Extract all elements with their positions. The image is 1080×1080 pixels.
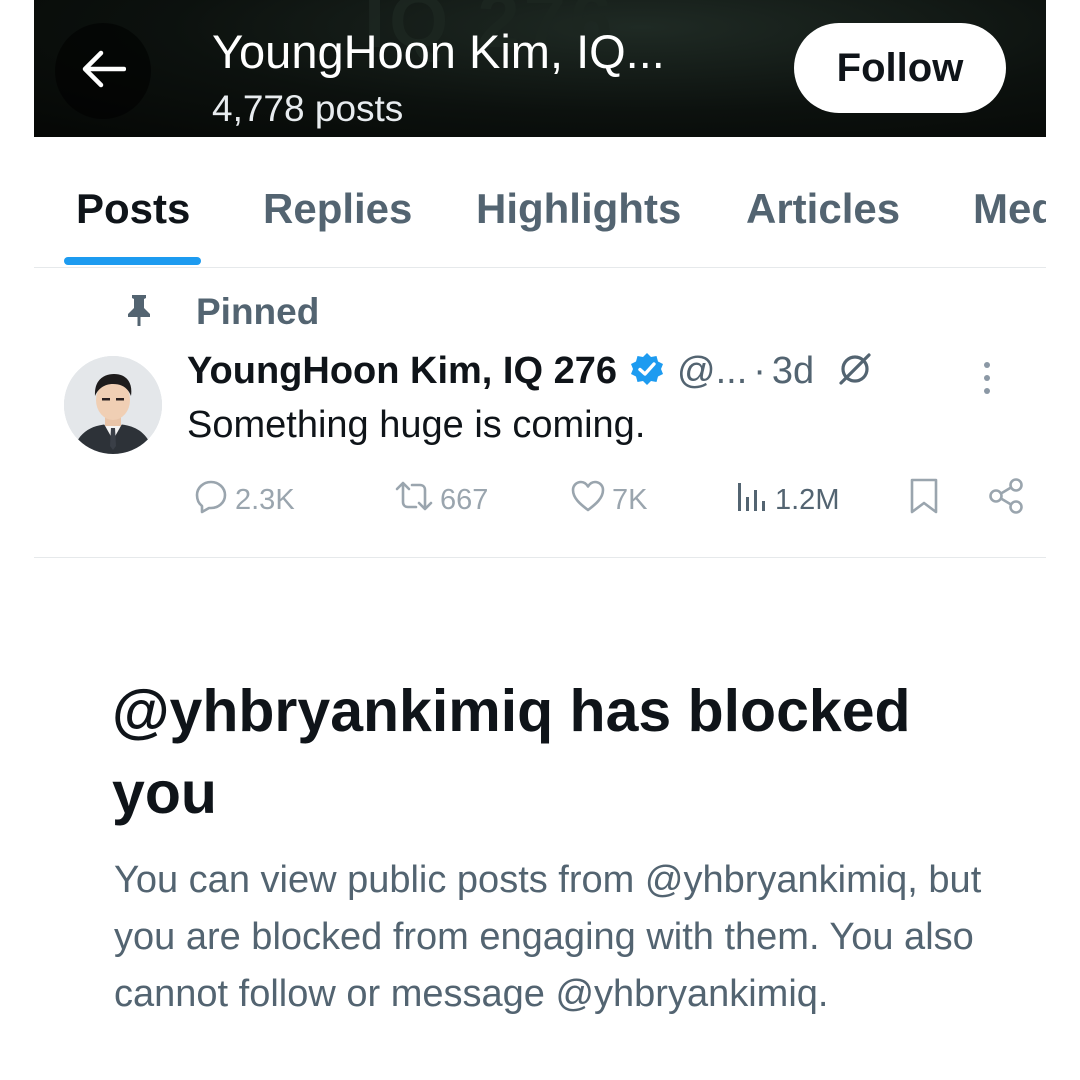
pin-icon bbox=[124, 293, 154, 332]
tab-media[interactable]: Media bbox=[973, 185, 1046, 233]
divider bbox=[34, 557, 1046, 558]
views-button[interactable]: 1.2M bbox=[735, 478, 839, 522]
repost-button[interactable]: 667 bbox=[394, 478, 488, 522]
avatar[interactable] bbox=[64, 356, 162, 454]
post-header: YoungHoon Kim, IQ 276 @... · 3d bbox=[187, 345, 874, 397]
post-text[interactable]: Something huge is coming. bbox=[187, 404, 645, 447]
reply-button[interactable]: 2.3K bbox=[193, 478, 295, 522]
arrow-left-icon bbox=[80, 49, 127, 94]
follow-button[interactable]: Follow bbox=[794, 23, 1006, 113]
tab-replies[interactable]: Replies bbox=[263, 185, 412, 233]
reply-count: 2.3K bbox=[235, 483, 295, 516]
share-icon bbox=[987, 477, 1025, 523]
separator-dot: · bbox=[753, 349, 766, 392]
header-title: YoungHoon Kim, IQ... bbox=[212, 25, 665, 78]
like-count: 7K bbox=[612, 483, 648, 516]
post-timestamp[interactable]: 3d bbox=[772, 350, 814, 393]
like-button[interactable]: 7K bbox=[570, 478, 647, 522]
views-icon bbox=[735, 479, 769, 521]
profile-header: IQ 276 YoungHoon Kim, IQ... 4,778 posts … bbox=[34, 0, 1046, 137]
reply-icon bbox=[193, 478, 229, 522]
share-button[interactable] bbox=[987, 478, 1025, 522]
blocked-title: @yhbryankimiq has blocked you bbox=[112, 678, 911, 826]
more-options-icon[interactable] bbox=[980, 360, 994, 401]
profile-tabs: Posts Replies Highlights Articles Media bbox=[34, 137, 1046, 268]
repost-count: 667 bbox=[440, 483, 489, 516]
pinned-indicator: Pinned bbox=[124, 290, 319, 334]
tab-posts[interactable]: Posts bbox=[76, 185, 190, 233]
heart-icon bbox=[570, 479, 606, 521]
blocked-description: You can view public posts from @yhbryank… bbox=[114, 859, 982, 1015]
pinned-label: Pinned bbox=[196, 291, 320, 332]
author-name[interactable]: YoungHoon Kim, IQ 276 bbox=[187, 350, 617, 393]
grok-icon[interactable] bbox=[836, 350, 874, 393]
active-tab-indicator bbox=[64, 257, 201, 265]
bookmark-button[interactable] bbox=[909, 478, 939, 522]
header-posts-count: 4,778 posts bbox=[212, 88, 404, 129]
repost-icon bbox=[394, 478, 434, 522]
post-actions: 2.3K 667 7K 1.2M bbox=[187, 478, 1023, 522]
tab-highlights[interactable]: Highlights bbox=[476, 185, 681, 233]
views-count: 1.2M bbox=[775, 483, 840, 516]
author-handle[interactable]: @... bbox=[677, 350, 747, 393]
profile-screen: IQ 276 YoungHoon Kim, IQ... 4,778 posts … bbox=[34, 0, 1046, 1080]
verified-badge-icon[interactable] bbox=[629, 351, 665, 392]
tab-articles[interactable]: Articles bbox=[746, 185, 900, 233]
bookmark-icon bbox=[909, 477, 939, 523]
back-button[interactable] bbox=[55, 23, 151, 119]
